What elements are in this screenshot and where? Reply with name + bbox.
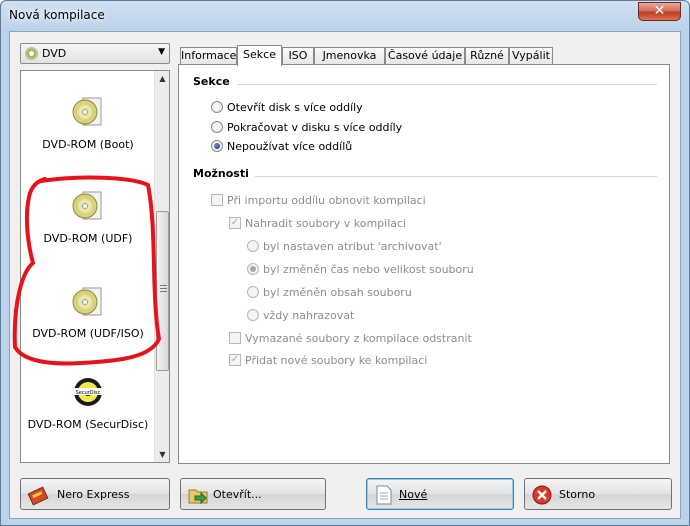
option-label: Nahradit soubory v kompilaci — [245, 217, 407, 230]
nero-express-button[interactable]: Nero Express — [20, 478, 170, 510]
list-item-label: DVD-ROM (SecurDisc) — [27, 418, 149, 431]
radio-button[interactable] — [211, 140, 223, 152]
tab-jmenovka[interactable]: Jmenovka — [314, 47, 385, 65]
radio-button[interactable] — [247, 286, 259, 298]
dropdown-value: DVD — [42, 47, 67, 60]
open-button[interactable]: Otevřít... — [180, 478, 326, 510]
radio-button[interactable] — [211, 121, 223, 133]
list-item-label: DVD-ROM (UDF/ISO) — [32, 327, 144, 340]
securdisc-logo-text: SecurDisc — [76, 390, 101, 396]
close-button[interactable]: ✕ — [638, 2, 681, 21]
list-item-label: DVD-ROM (Boot) — [42, 138, 134, 151]
tab-vypalit[interactable]: Vypálit — [509, 47, 553, 65]
button-label: Otevřít... — [213, 488, 262, 501]
tab-casove-udaje[interactable]: Časové údaje — [385, 47, 465, 65]
grip-icon — [160, 285, 167, 292]
dvd-disc-icon — [72, 191, 102, 220]
sekce-tab-panel: Sekce Otevřít disk s více oddíly Pokračo… — [178, 64, 670, 464]
option-label: Nepoužívat více oddílů — [227, 140, 353, 153]
title-bar[interactable]: Nová kompilace ✕ — [1, 1, 689, 31]
dvd-disc-icon — [72, 287, 102, 316]
open-folder-icon — [188, 489, 208, 505]
tab-informace[interactable]: Informace — [180, 47, 237, 65]
scroll-down-icon[interactable]: ▼ — [155, 447, 169, 462]
list-item-dvd-rom-udf[interactable]: DVD-ROM (UDF) — [21, 183, 155, 253]
button-label: Nové — [399, 488, 428, 501]
scrollbar-thumb[interactable] — [156, 211, 169, 371]
list-item-label: DVD-ROM (UDF) — [43, 232, 133, 245]
radio-button[interactable] — [211, 101, 223, 113]
option-label: Pokračovat v disku s více oddíly — [227, 121, 403, 134]
radio-button[interactable] — [247, 263, 259, 275]
list-scrollbar[interactable]: ▲ ▼ — [154, 71, 169, 462]
radio-button[interactable] — [247, 240, 259, 252]
section-divider — [237, 84, 657, 85]
option-label: Při importu oddílu obnovit kompilaci — [227, 194, 426, 207]
option-label: byl změněn čas nebo velikost souboru — [263, 263, 474, 276]
option-label: vždy nahrazovat — [263, 309, 355, 322]
cancel-button[interactable]: Storno — [524, 478, 672, 510]
checkbox[interactable]: ✓ — [229, 217, 241, 229]
section-title-moznosti: Možnosti — [193, 167, 249, 180]
disc-type-dropdown[interactable]: DVD ▼ — [20, 43, 170, 64]
dvd-small-icon — [25, 47, 38, 60]
close-icon: ✕ — [653, 3, 666, 19]
chevron-down-icon: ▼ — [158, 47, 165, 57]
new-button[interactable]: Nové — [366, 478, 514, 510]
window-title: Nová kompilace — [9, 8, 105, 22]
nero-express-icon — [27, 486, 49, 506]
securdisc-icon: SecurDisc — [74, 378, 102, 406]
compilation-type-list[interactable]: DVD-ROM (Boot) DVD-ROM (UDF) DVD-ROM (UD… — [20, 70, 170, 463]
list-item-dvd-rom-udf-iso[interactable]: DVD-ROM (UDF/ISO) — [21, 277, 155, 347]
section-divider — [255, 176, 657, 177]
checkbox[interactable] — [211, 194, 223, 206]
dialog-client-area: DVD ▼ DVD-ROM (Boot) DVD-ROM (UDF) DVD-R… — [9, 31, 681, 519]
radio-button[interactable] — [247, 309, 259, 321]
list-item-dvd-rom-securdisc[interactable]: SecurDisc DVD-ROM (SecurDisc) — [21, 371, 155, 441]
option-label: byl nastaven atribut 'archivovat' — [263, 240, 442, 253]
option-label: Otevřít disk s více oddíly — [227, 101, 363, 114]
tab-iso[interactable]: ISO — [282, 47, 314, 65]
checkbox[interactable]: ✓ — [229, 354, 241, 366]
dvd-disc-icon — [72, 97, 102, 126]
checkbox[interactable] — [229, 332, 241, 344]
tab-sekce[interactable]: Sekce — [237, 45, 282, 66]
option-label: byl změněn obsah souboru — [263, 286, 412, 299]
button-label: Storno — [559, 488, 596, 501]
tab-ruzne[interactable]: Různé — [465, 47, 509, 65]
cancel-icon — [532, 485, 552, 505]
section-title-sekce: Sekce — [193, 75, 230, 88]
option-label: Přidat nové soubory ke kompilaci — [245, 354, 428, 367]
dialog-window: Nová kompilace ✕ DVD ▼ DVD-ROM (Boot) DV… — [0, 0, 690, 526]
option-label: Vymazané soubory z kompilace odstranit — [245, 332, 472, 345]
button-label: Nero Express — [57, 488, 130, 501]
scroll-up-icon[interactable]: ▲ — [155, 71, 169, 86]
list-item-dvd-rom-boot[interactable]: DVD-ROM (Boot) — [21, 87, 155, 157]
new-document-icon — [376, 485, 392, 505]
